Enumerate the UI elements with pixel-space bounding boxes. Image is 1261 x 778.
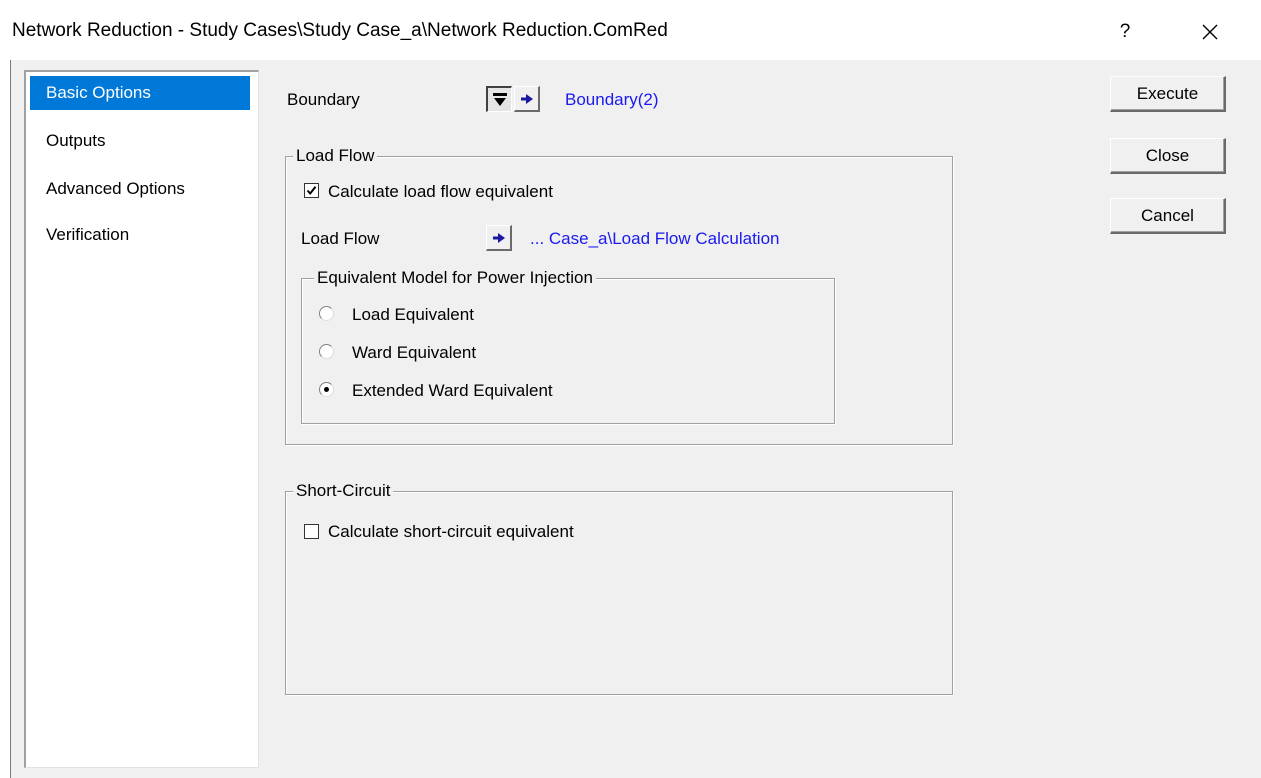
checkmark-icon (306, 186, 317, 196)
short-circuit-checkbox-label[interactable]: Calculate short-circuit equivalent (328, 522, 574, 542)
arrow-right-icon (520, 93, 533, 104)
ward-equivalent-label[interactable]: Ward Equivalent (352, 343, 476, 363)
load-flow-calculation-link[interactable]: ... Case_a\Load Flow Calculation (530, 229, 779, 249)
load-flow-checkbox-label[interactable]: Calculate load flow equivalent (328, 182, 553, 202)
close-window-button[interactable] (1190, 16, 1230, 48)
page-navigation-list: Basic Options Outputs Advanced Options V… (24, 70, 259, 768)
extended-ward-equivalent-radio[interactable] (319, 382, 334, 397)
load-flow-checkbox[interactable] (304, 183, 319, 198)
nav-item-advanced-options[interactable]: Advanced Options (30, 172, 250, 206)
extended-ward-equivalent-label[interactable]: Extended Ward Equivalent (352, 381, 553, 401)
boundary-link[interactable]: Boundary(2) (565, 90, 659, 110)
boundary-jump-button[interactable] (514, 86, 540, 112)
boundary-label: Boundary (287, 90, 360, 109)
window-title: Network Reduction - Study Cases\Study Ca… (12, 20, 668, 41)
load-equivalent-radio[interactable] (319, 306, 334, 321)
nav-item-basic-options[interactable]: Basic Options (30, 76, 250, 110)
nav-item-verification[interactable]: Verification (30, 218, 250, 252)
dropdown-icon (492, 92, 507, 106)
short-circuit-group-label: Short-Circuit (293, 481, 394, 501)
load-flow-field-label: Load Flow (301, 229, 380, 248)
cancel-button[interactable]: Cancel (1110, 198, 1226, 234)
nav-item-outputs[interactable]: Outputs (30, 124, 250, 158)
equivalent-model-group-label: Equivalent Model for Power Injection (314, 268, 596, 288)
close-button[interactable]: Close (1110, 138, 1226, 174)
close-icon (1202, 24, 1218, 40)
arrow-right-icon (492, 232, 505, 243)
execute-button[interactable]: Execute (1110, 76, 1226, 112)
help-button[interactable]: ? (1110, 18, 1140, 46)
title-bar: Network Reduction - Study Cases\Study Ca… (0, 0, 1261, 60)
radio-selected-dot (324, 387, 329, 392)
boundary-select-button[interactable] (486, 86, 512, 112)
load-equivalent-label[interactable]: Load Equivalent (352, 305, 474, 325)
load-flow-group-label: Load Flow (293, 146, 378, 166)
short-circuit-checkbox[interactable] (304, 524, 319, 539)
ward-equivalent-radio[interactable] (319, 344, 334, 359)
load-flow-jump-button[interactable] (486, 225, 512, 251)
